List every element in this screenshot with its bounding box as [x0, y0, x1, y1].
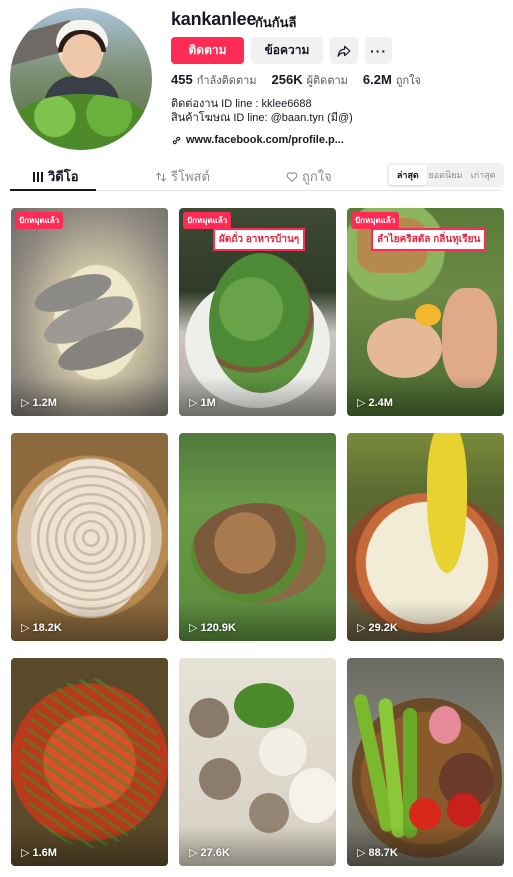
bio: ติดต่องาน ID line : kklee6688 สินค้าโฆษณ…: [171, 97, 353, 125]
view-count-text: 88.7K: [368, 846, 398, 859]
view-count: ▷ 18.2K: [21, 621, 62, 635]
sort-latest[interactable]: ล่าสุด: [389, 165, 427, 185]
video-card[interactable]: ▷ 29.2K: [347, 433, 504, 641]
profile-link[interactable]: www.facebook.com/profile.p...: [171, 134, 344, 146]
more-options-button[interactable]: ···: [365, 37, 392, 64]
tab-reposts-label: รีโพสต์: [171, 169, 210, 184]
profile-link-text: www.facebook.com/profile.p...: [186, 134, 344, 146]
video-caption-overlay: ผัดถั่ว อาหารบ้านๆ: [213, 228, 306, 251]
video-card[interactable]: ▷ 18.2K: [11, 433, 168, 641]
following-count: 455: [171, 72, 193, 87]
followers-label: ผู้ติดตาม: [306, 75, 348, 87]
view-count-text: 18.2K: [32, 621, 62, 634]
video-card[interactable]: ▷ 1.6M: [11, 658, 168, 866]
sort-oldest[interactable]: เก่าสุด: [464, 165, 502, 185]
play-icon: ▷: [21, 622, 30, 634]
likes-count: 6.2M: [362, 72, 392, 87]
view-count: ▷ 1.6M: [21, 846, 57, 860]
pinned-badge: ปักหมุดแล้ว: [15, 212, 64, 229]
view-count: ▷ 120.9K: [189, 621, 236, 635]
view-count-text: 1.6M: [32, 846, 57, 859]
view-count-text: 2.4M: [368, 396, 393, 409]
tab-reposts[interactable]: รีโพสต์: [155, 166, 210, 187]
play-icon: ▷: [357, 397, 366, 409]
view-count: ▷ 2.4M: [357, 396, 393, 410]
username: kankanlee: [171, 9, 257, 29]
video-card[interactable]: ปักหมุดแล้ว ลำไยคริสตัล กลิ่นทุเรียน ▷ 2.…: [347, 208, 504, 416]
message-button[interactable]: ข้อความ: [251, 37, 323, 64]
pinned-badge: ปักหมุดแล้ว: [351, 212, 400, 229]
sort-popular[interactable]: ยอดนิยม: [427, 165, 465, 185]
likes-label: ถูกใจ: [395, 75, 421, 87]
follow-button[interactable]: ติดตาม: [171, 37, 244, 64]
view-count-text: 27.6K: [200, 846, 230, 859]
view-count-text: 120.9K: [200, 621, 236, 634]
view-count: ▷ 1.2M: [21, 396, 57, 410]
video-card[interactable]: ▷ 88.7K: [347, 658, 504, 866]
view-count-text: 29.2K: [368, 621, 398, 634]
play-icon: ▷: [21, 847, 30, 859]
play-icon: ▷: [189, 847, 198, 859]
avatar[interactable]: [10, 8, 152, 150]
avatar-basket: [14, 94, 150, 150]
play-icon: ▷: [357, 847, 366, 859]
likes-stat: 6.2M ถูกใจ: [363, 71, 421, 89]
video-card[interactable]: ▷ 27.6K: [179, 658, 336, 866]
video-card[interactable]: ▷ 120.9K: [179, 433, 336, 641]
view-count: ▷ 88.7K: [357, 846, 398, 860]
video-card[interactable]: ปักหมุดแล้ว ผัดถั่ว อาหารบ้านๆ ▷ 1M: [179, 208, 336, 416]
link-icon: [172, 136, 181, 144]
video-grid: ปักหมุดแล้ว ▷ 1.2M ปักหมุดแล้ว ผัดถั่ว อา…: [11, 208, 504, 866]
share-icon: [337, 45, 351, 57]
tab-videos-label: วิดีโอ: [48, 169, 79, 184]
play-icon: ▷: [189, 397, 198, 409]
tab-liked-label: ถูกใจ: [302, 169, 332, 184]
profile-stats: 455 กำลังติดตาม 256K ผู้ติดตาม 6.2M ถูกใจ: [171, 71, 436, 89]
heart-icon: [286, 171, 298, 182]
play-icon: ▷: [357, 622, 366, 634]
play-icon: ▷: [189, 622, 198, 634]
following-stat[interactable]: 455 กำลังติดตาม: [171, 71, 257, 89]
bio-line-2: สินค้าโฆษณ ID line: @baan.tyn (มี@): [171, 112, 353, 124]
tab-videos[interactable]: วิดีโอ: [32, 166, 79, 187]
tab-liked[interactable]: ถูกใจ: [286, 166, 332, 187]
following-label: กำลังติดตาม: [196, 75, 257, 87]
grid-icon: [33, 171, 43, 182]
view-count-text: 1.2M: [32, 396, 57, 409]
nickname: กันกันลี: [255, 15, 297, 30]
active-tab-indicator: [10, 189, 96, 191]
avatar-face: [62, 34, 102, 78]
share-button[interactable]: [330, 37, 358, 64]
view-count: ▷ 1M: [189, 396, 216, 410]
bio-line-1: ติดต่องาน ID line : kklee6688: [171, 98, 312, 110]
sort-control: ล่าสุด ยอดนิยม เก่าสุด: [387, 163, 504, 187]
view-count-text: 1M: [200, 396, 216, 409]
view-count: ▷ 27.6K: [189, 846, 230, 860]
video-caption-overlay: ลำไยคริสตัล กลิ่นทุเรียน: [371, 228, 487, 251]
play-icon: ▷: [21, 397, 30, 409]
repost-icon: [156, 172, 166, 181]
pinned-badge: ปักหมุดแล้ว: [183, 212, 232, 229]
video-card[interactable]: ปักหมุดแล้ว ▷ 1.2M: [11, 208, 168, 416]
view-count: ▷ 29.2K: [357, 621, 398, 635]
followers-stat[interactable]: 256K ผู้ติดตาม: [272, 71, 348, 89]
followers-count: 256K: [271, 72, 303, 87]
